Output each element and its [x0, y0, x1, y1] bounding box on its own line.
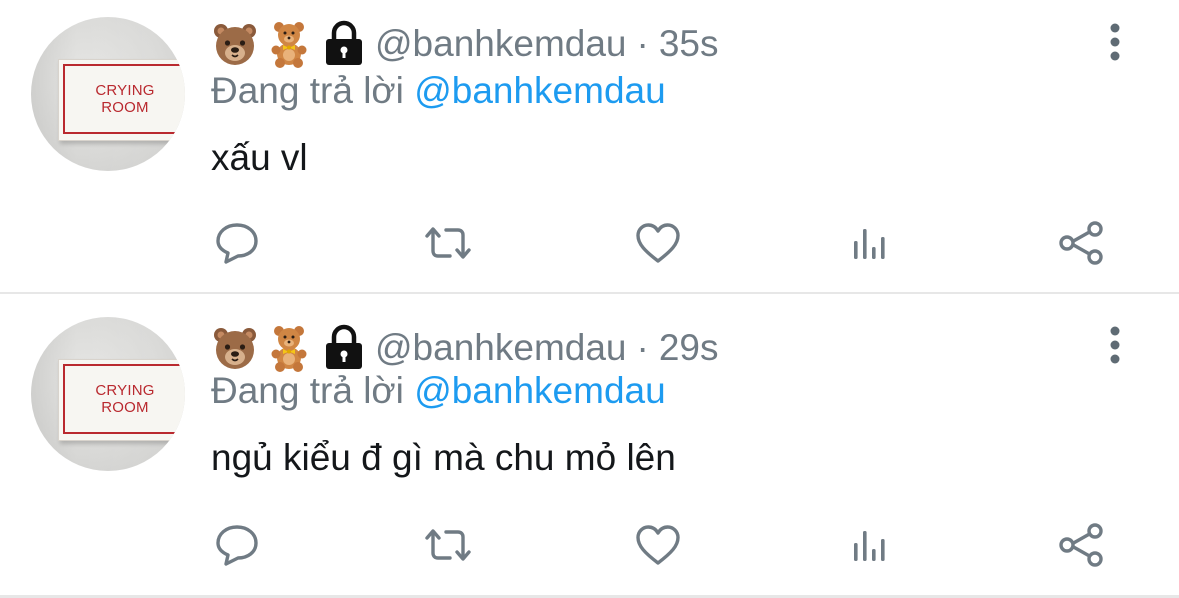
- tweet[interactable]: CRYING ROOM: [0, 0, 1179, 292]
- separator-dot: ·: [636, 327, 649, 368]
- avatar[interactable]: CRYING ROOM: [31, 317, 185, 471]
- reply-button[interactable]: [207, 213, 267, 273]
- share-icon: [1059, 523, 1103, 567]
- like-icon: [636, 223, 680, 263]
- retweet-button[interactable]: [418, 515, 478, 575]
- retweet-icon: [425, 529, 471, 561]
- tweet-actions: [0, 213, 1179, 273]
- avatar-sign-frame: CRYING ROOM: [63, 364, 185, 434]
- replying-to: Đang trả lời @banhkemdau: [211, 370, 666, 418]
- share-button[interactable]: [1051, 515, 1111, 575]
- avatar-sign-frame: CRYING ROOM: [63, 64, 185, 134]
- replying-mention-link[interactable]: @banhkemdau: [414, 70, 666, 111]
- avatar-sign: CRYING ROOM: [58, 59, 185, 141]
- reply-button[interactable]: [207, 515, 267, 575]
- bear-face-icon: [211, 20, 259, 68]
- like-icon: [636, 525, 680, 565]
- avatar-sign-text: CRYING ROOM: [95, 382, 155, 416]
- stats-icon: [854, 229, 885, 259]
- retweet-icon: [425, 227, 471, 259]
- tweet-header: @banhkemdau · 29s: [211, 318, 719, 378]
- reply-icon: [216, 223, 258, 264]
- bear-face-icon: [211, 324, 259, 372]
- author-handle[interactable]: @banhkemdau: [375, 23, 627, 65]
- timestamp[interactable]: 29s: [659, 327, 719, 369]
- replying-prefix: Đang trả lời: [211, 70, 404, 111]
- tweet-text: xấu vl: [211, 137, 308, 178]
- teddy-bear-icon: [265, 20, 313, 68]
- lock-icon: [323, 20, 365, 68]
- tweet-header: @banhkemdau · 35s: [211, 14, 719, 74]
- separator-dot: ·: [636, 23, 649, 64]
- teddy-bear-icon: [265, 324, 313, 372]
- replying-mention-link[interactable]: @banhkemdau: [414, 370, 666, 411]
- replying-prefix: Đang trả lời: [211, 370, 404, 411]
- reply-icon: [216, 525, 258, 566]
- author-handle[interactable]: @banhkemdau: [375, 327, 627, 369]
- avatar-sign-text: CRYING ROOM: [95, 82, 155, 116]
- share-icon: [1059, 221, 1103, 265]
- share-button[interactable]: [1051, 213, 1111, 273]
- stats-button[interactable]: [840, 213, 900, 273]
- stats-icon: [854, 531, 885, 561]
- more-vertical-icon[interactable]: [1104, 22, 1126, 66]
- lock-icon: [323, 324, 365, 372]
- more-vertical-icon[interactable]: [1104, 325, 1126, 369]
- stats-button[interactable]: [840, 515, 900, 575]
- avatar-sign: CRYING ROOM: [58, 359, 185, 441]
- retweet-button[interactable]: [418, 213, 478, 273]
- timestamp[interactable]: 35s: [659, 23, 719, 65]
- tweet-actions: [0, 515, 1179, 575]
- avatar[interactable]: CRYING ROOM: [31, 17, 185, 171]
- like-button[interactable]: [628, 213, 688, 273]
- replying-to: Đang trả lời @banhkemdau: [211, 70, 666, 118]
- tweet-text: ngủ kiểu đ gì mà chu mỏ lên: [211, 437, 676, 478]
- like-button[interactable]: [628, 515, 688, 575]
- tweet[interactable]: CRYING ROOM: [0, 294, 1179, 598]
